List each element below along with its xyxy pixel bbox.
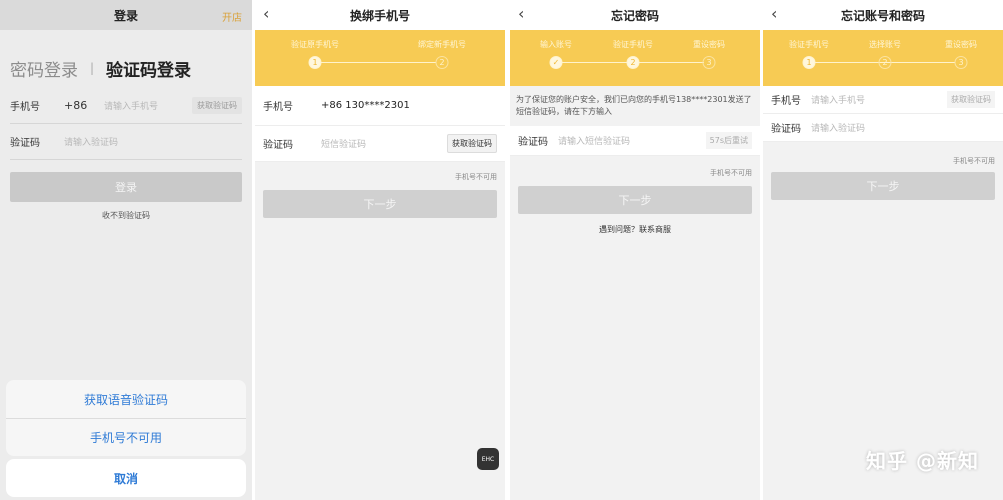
code-label: 验证码 (263, 140, 293, 151)
ehc-floating-button[interactable]: EHC (477, 448, 499, 470)
step-label: 验证手机号 (789, 40, 829, 49)
step-label: 验证原手机号 (291, 40, 339, 49)
code-input[interactable]: 短信验证码 (321, 137, 447, 150)
get-code-button[interactable]: 获取验证码 (447, 134, 497, 153)
top-bar: ‹ 忘记密码 (510, 0, 760, 30)
phone-label: 手机号 (263, 102, 293, 113)
step-dot: 2 (626, 56, 640, 69)
top-bar: ‹ 忘记账号和密码 (763, 0, 1003, 30)
phone-input[interactable]: 请输入手机号 (104, 99, 192, 112)
phone-unavailable-link[interactable]: 手机号不可用 (763, 142, 1003, 166)
step-label: 绑定新手机号 (418, 40, 466, 49)
step-label: 输入账号 (540, 40, 572, 49)
voice-code-option[interactable]: 获取语音验证码 (6, 380, 246, 418)
change-phone-screen: ‹ 换绑手机号 验证原手机号 绑定新手机号 1 2 手机号 +86 130***… (255, 0, 505, 500)
progress-steps: 输入账号 验证手机号 重设密码 ✓ 2 3 (510, 30, 760, 86)
back-icon[interactable]: ‹ (771, 5, 777, 23)
open-store-link[interactable]: 开店 (222, 9, 242, 24)
top-bar: 登录 开店 (0, 0, 252, 30)
phone-value: +86 130****2301 (321, 100, 410, 111)
progress-steps: 验证原手机号 绑定新手机号 1 2 (255, 30, 505, 86)
zhihu-watermark: 知乎 @新知 (866, 449, 979, 473)
code-row: 验证码 请输入短信验证码 57s后重试 (510, 126, 760, 156)
top-bar: ‹ 换绑手机号 (255, 0, 505, 30)
step-dot: 3 (702, 56, 716, 69)
progress-steps: 验证手机号 选择账号 重设密码 1 2 3 (763, 30, 1003, 86)
step-dot: 2 (435, 56, 449, 69)
forgot-account-screen: ‹ 忘记账号和密码 验证手机号 选择账号 重设密码 1 2 3 手机号 请输入手… (763, 0, 1003, 500)
code-row: 验证码 请输入验证码 (763, 114, 1003, 142)
step-dot: 2 (878, 56, 892, 69)
step-label: 重设密码 (693, 40, 725, 49)
step-connector (321, 62, 436, 63)
cancel-button[interactable]: 取消 (6, 459, 246, 497)
screen-title: 忘记密码 (610, 8, 659, 23)
tab-separator: | (90, 61, 95, 75)
back-icon[interactable]: ‹ (263, 5, 269, 23)
step-dot: 1 (308, 56, 322, 69)
screen-title: 登录 (113, 8, 138, 23)
phone-unavailable-link[interactable]: 手机号不可用 (255, 162, 505, 182)
next-button[interactable]: 下一步 (518, 186, 752, 214)
code-input[interactable]: 请输入验证码 (64, 135, 242, 148)
back-icon[interactable]: ‹ (518, 5, 524, 23)
phone-row: 手机号 +86 130****2301 (255, 86, 505, 126)
next-button[interactable]: 下一步 (263, 190, 497, 218)
code-label: 验证码 (771, 124, 801, 135)
phone-unavailable-option[interactable]: 手机号不可用 (6, 418, 246, 456)
no-code-link[interactable]: 收不到验证码 (0, 210, 252, 221)
step-dot: 1 (802, 56, 816, 69)
help-contact-link[interactable]: 遇到问题？联系商服 (510, 224, 760, 235)
code-input[interactable]: 请输入验证码 (811, 121, 995, 134)
get-code-button[interactable]: 获取验证码 (192, 97, 242, 114)
code-label: 验证码 (518, 137, 548, 148)
check-icon: ✓ (549, 56, 563, 69)
retry-countdown: 57s后重试 (705, 132, 752, 149)
login-button[interactable]: 登录 (10, 172, 242, 202)
phone-input[interactable]: 请输入手机号 (811, 93, 947, 106)
phone-label: 手机号 (10, 102, 40, 113)
step-dot: 3 (954, 56, 968, 69)
code-row: 验证码 短信验证码 获取验证码 (255, 126, 505, 162)
screen-title: 忘记账号和密码 (840, 8, 925, 23)
tab-password-login[interactable]: 密码登录 (10, 56, 78, 81)
login-tabs: 密码登录 | 验证码登录 (0, 30, 252, 88)
tab-sms-login[interactable]: 验证码登录 (106, 56, 191, 81)
code-input[interactable]: 请输入短信验证码 (558, 134, 706, 147)
step-label: 重设密码 (945, 40, 977, 49)
get-code-button[interactable]: 获取验证码 (947, 91, 995, 108)
phone-row: 手机号 +86 请输入手机号 获取验证码 (10, 88, 242, 124)
step-label: 选择账号 (869, 40, 901, 49)
code-row: 验证码 请输入验证码 (10, 124, 242, 160)
code-label: 验证码 (10, 138, 40, 149)
phone-label: 手机号 (771, 96, 801, 107)
info-text: 为了保证您的账户安全，我们已向您的手机号138****2301发送了短信验证码，… (510, 86, 760, 126)
action-sheet: 获取语音验证码 手机号不可用 (6, 380, 246, 456)
screen-title: 换绑手机号 (349, 8, 410, 23)
step-label: 验证手机号 (613, 40, 653, 49)
country-code-select[interactable]: +86 (64, 99, 104, 112)
sms-login-screen: 登录 开店 密码登录 | 验证码登录 手机号 +86 请输入手机号 获取验证码 … (0, 0, 252, 500)
phone-unavailable-link[interactable]: 手机号不可用 (510, 156, 760, 178)
phone-row: 手机号 请输入手机号 获取验证码 (763, 86, 1003, 114)
next-button[interactable]: 下一步 (771, 172, 995, 200)
forgot-password-screen: ‹ 忘记密码 输入账号 验证手机号 重设密码 ✓ 2 3 为了保证您的账户安全，… (510, 0, 760, 500)
